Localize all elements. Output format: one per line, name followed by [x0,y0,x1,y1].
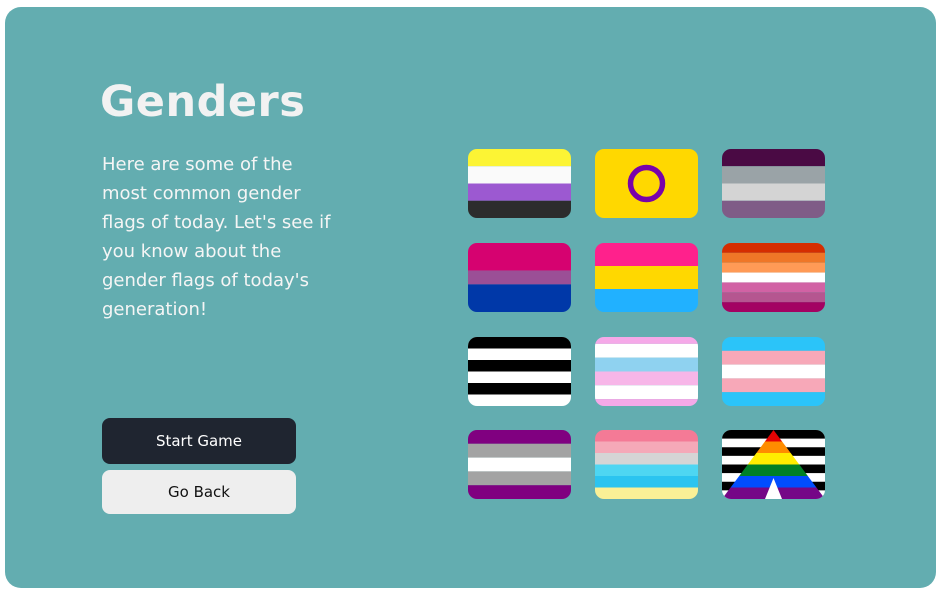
page-title: Genders [100,77,306,127]
lesbian-flag-icon[interactable] [722,243,825,312]
straight-ally-flag-icon[interactable] [722,430,825,499]
genderfluid-flag-icon[interactable] [595,430,698,499]
transfeminine-flag-icon[interactable] [595,337,698,406]
go-back-button[interactable]: Go Back [102,470,296,514]
asexual-flag-icon[interactable] [468,430,571,499]
demigirl-flag-icon[interactable] [722,149,825,218]
nonbinary-flag-icon[interactable] [468,149,571,218]
bisexual-flag-icon[interactable] [468,243,571,312]
start-game-button[interactable]: Start Game [102,418,296,464]
pansexual-flag-icon[interactable] [595,243,698,312]
page-description: Here are some of the most common gender … [102,154,331,320]
transgender-flag-icon[interactable] [722,337,825,406]
heterosexual-flag-icon[interactable] [468,337,571,406]
intersex-flag-icon[interactable] [595,149,698,218]
